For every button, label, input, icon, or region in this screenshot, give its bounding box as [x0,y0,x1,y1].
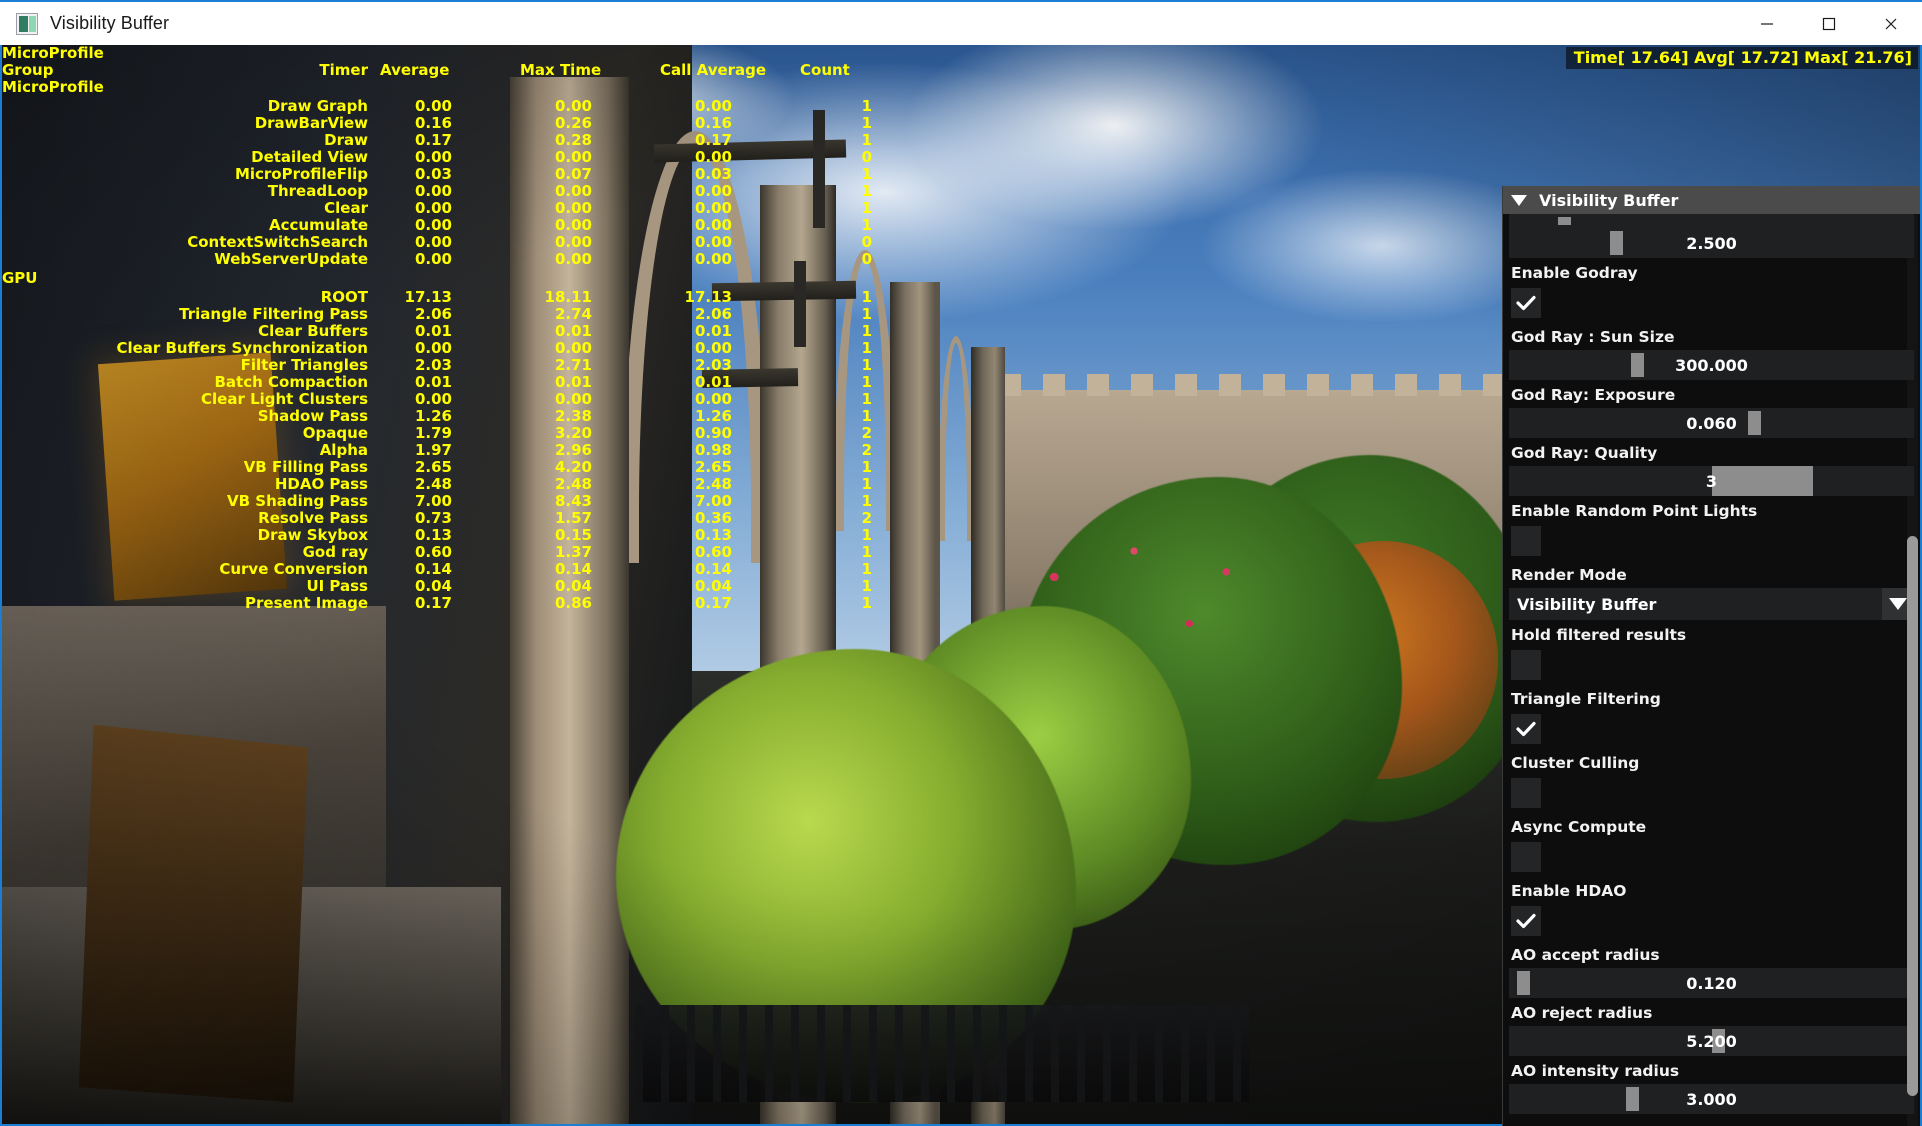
ao-intensity-radius-slider[interactable]: 3.000 [1509,1084,1914,1114]
async-compute-checkbox[interactable] [1511,842,1541,872]
async-compute-label: Async Compute [1511,818,1647,836]
god-ray-quality-fill[interactable] [1711,466,1813,496]
ao-reject-radius-slider[interactable]: 5.200 [1509,1026,1914,1056]
settings-scrollbar-thumb[interactable] [1907,536,1918,1096]
interior-lamp-glow [97,352,287,602]
sun-ray-density-thumb[interactable] [1610,231,1624,255]
maximize-button[interactable] [1798,2,1860,45]
frame-timing-readout: Time[ 17.64] Avg[ 17.72] Max[ 21.76] [1565,47,1918,69]
close-button[interactable] [1860,2,1922,45]
wooden-beam-2 [711,281,856,302]
ao-intensity-radius-thumb[interactable] [1626,1087,1640,1111]
god-ray-exposure-label: God Ray: Exposure [1511,386,1676,404]
triangle-filtering-checkbox[interactable] [1511,714,1541,744]
god-ray-exposure-value: 0.060 [1686,413,1737,433]
god-ray-sun-size-slider[interactable]: 300.000 [1509,350,1914,380]
cluster-culling-label: Cluster Culling [1511,754,1640,772]
application-window: Visibility Buffer MicroProfile Group Tim… [0,0,1922,1126]
god-ray-sun-size-label: God Ray : Sun Size [1511,328,1675,346]
enable-godray-checkbox[interactable] [1511,288,1541,318]
render-mode-label: Render Mode [1511,566,1627,584]
check-icon [1516,913,1536,929]
enable-godray-label: Enable Godray [1511,264,1638,282]
god-ray-sun-size-thumb[interactable] [1630,353,1644,377]
window-title: Visibility Buffer [50,13,170,33]
wooden-chair [78,724,309,1103]
ao-reject-radius-value: 5.200 [1686,1031,1737,1051]
close-icon [1885,18,1897,29]
ao-accept-radius-thumb[interactable] [1517,971,1531,995]
settings-panel-body: 2.500 Enable Godray God Ray : Sun Size 300.… [1503,214,1920,1114]
ao-accept-radius-slider[interactable]: 0.120 [1509,968,1914,998]
god-ray-sun-size-value: 300.000 [1675,355,1748,375]
check-icon [1516,295,1536,311]
ao-intensity-radius-value: 3.000 [1686,1089,1737,1109]
render-mode-dropdown[interactable]: Visibility Buffer [1509,588,1914,620]
god-ray-exposure-slider[interactable]: 0.060 [1509,408,1914,438]
app-icon [16,12,38,35]
enable-random-point-lights-label: Enable Random Point Lights [1511,502,1758,520]
render-mode-value: Visibility Buffer [1517,594,1657,614]
hold-filtered-results-checkbox[interactable] [1511,650,1541,680]
wooden-post-1 [813,109,826,229]
enable-hdao-checkbox[interactable] [1511,906,1541,936]
check-icon [1516,721,1536,737]
ao-accept-radius-label: AO accept radius [1511,946,1660,964]
sun-ray-density-value: 2.500 [1686,233,1737,253]
wooden-post-2 [794,260,807,348]
enable-random-point-lights-checkbox[interactable] [1511,526,1541,556]
god-ray-quality-value: 3 [1705,471,1718,491]
hold-filtered-results-label: Hold filtered results [1511,626,1687,644]
minimize-button[interactable] [1736,2,1798,45]
caret-down-icon[interactable] [1511,194,1527,206]
enable-hdao-label: Enable HDAO [1511,882,1627,900]
minimize-icon [1761,22,1773,25]
god-ray-quality-label: God Ray: Quality [1511,444,1658,462]
god-ray-quality-slider[interactable]: 3 [1509,466,1914,496]
clipped-slider-top-slider[interactable] [1509,214,1914,228]
maximize-icon [1822,17,1836,30]
ao-intensity-radius-label: AO intensity radius [1511,1062,1680,1080]
god-ray-exposure-thumb[interactable] [1747,411,1761,435]
wooden-beam-3 [701,367,799,388]
ao-accept-radius-value: 0.120 [1686,973,1737,993]
stone-column-1 [510,77,630,1124]
clipped-slider-top-thumb[interactable] [1557,217,1571,225]
settings-panel-title: Visibility Buffer [1539,190,1679,210]
settings-panel-header[interactable]: Visibility Buffer [1503,186,1920,214]
ao-reject-radius-label: AO reject radius [1511,1004,1653,1022]
triangle-filtering-label: Triangle Filtering [1511,690,1661,708]
sun-ray-density-slider[interactable]: 2.500 [1509,228,1914,258]
balcony-railing [634,1005,1249,1103]
title-bar: Visibility Buffer [0,0,1922,45]
cluster-culling-checkbox[interactable] [1511,778,1541,808]
settings-panel: Visibility Buffer 2.500 Enable Godray God … [1502,186,1920,1126]
